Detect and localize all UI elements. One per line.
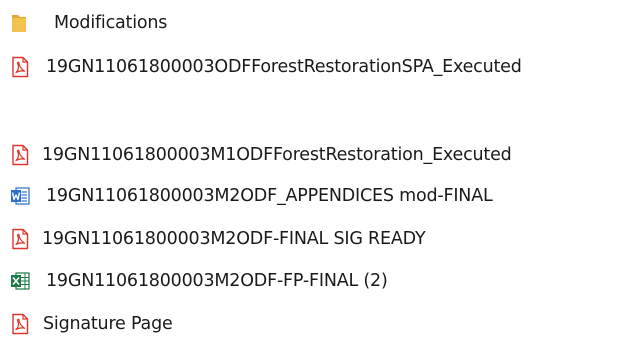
file-name: Signature Page	[43, 314, 173, 334]
file-item-pdf[interactable]: Signature Page	[10, 310, 173, 338]
file-item-pdf[interactable]: 19GN11061800003M2ODF-FINAL SIG READY	[10, 225, 426, 253]
pdf-file-icon	[10, 144, 30, 166]
file-item-folder[interactable]: Modifications	[10, 9, 167, 37]
file-list: Modifications 19GN11061800003ODFForestRe…	[0, 0, 621, 337]
file-item-word[interactable]: 19GN11061800003M2ODF_APPENDICES mod-FINA…	[10, 182, 493, 210]
folder-icon	[10, 12, 30, 34]
pdf-file-icon	[10, 56, 30, 78]
excel-file-icon	[10, 270, 30, 292]
file-item-excel[interactable]: 19GN11061800003M2ODF-FP-FINAL (2)	[10, 267, 388, 295]
word-file-icon	[10, 185, 30, 207]
file-name: 19GN11061800003ODFForestRestorationSPA_E…	[46, 57, 522, 77]
file-item-pdf[interactable]: 19GN11061800003M1ODFForestRestoration_Ex…	[10, 141, 512, 169]
file-name: 19GN11061800003M2ODF-FINAL SIG READY	[42, 229, 426, 249]
file-name: 19GN11061800003M1ODFForestRestoration_Ex…	[42, 145, 512, 165]
file-name: 19GN11061800003M2ODF-FP-FINAL (2)	[46, 271, 388, 291]
pdf-file-icon	[10, 228, 30, 250]
file-item-pdf[interactable]: 19GN11061800003ODFForestRestorationSPA_E…	[10, 53, 522, 81]
file-name: 19GN11061800003M2ODF_APPENDICES mod-FINA…	[46, 186, 493, 206]
file-name: Modifications	[54, 13, 168, 33]
pdf-file-icon	[10, 313, 30, 335]
